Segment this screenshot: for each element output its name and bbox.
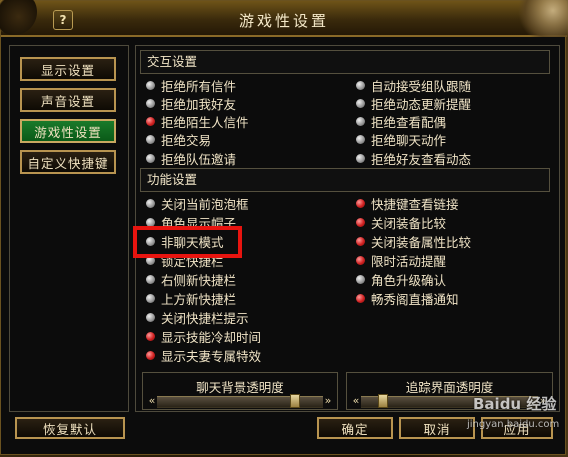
option-label: 拒绝队伍邀请 [161,151,237,167]
title-bar[interactable]: ? 游戏性设置 [0,0,568,37]
option-label: 关闭装备属性比较 [371,234,472,250]
window-title: 游戏性设置 [238,12,329,30]
nav-gameplay-settings[interactable]: 游戏性设置 [20,119,116,143]
restore-defaults-button[interactable]: 恢复默认 [15,417,125,439]
radio-unchecked-icon[interactable] [146,135,155,145]
radio-unchecked-icon[interactable] [356,274,365,284]
interaction-right-option[interactable]: 拒绝好友查看动态 [356,150,472,167]
radio-unchecked-icon[interactable] [146,98,155,108]
option-label: 关闭当前泡泡框 [161,196,249,212]
chat-bg-opacity-slider[interactable] [157,394,323,408]
slider-thumb[interactable] [378,394,388,408]
function-left-option[interactable]: 显示技能冷却时间 [146,329,261,345]
option-label: 快捷键查看链接 [371,196,459,212]
game-settings-window: ? 游戏性设置 显示设置 声音设置 游戏性设置 自定义快捷键 交互设置 拒绝所有… [0,0,568,455]
interaction-left-option[interactable]: 拒绝陌生人信件 [146,114,249,130]
radio-unchecked-icon[interactable] [356,80,365,90]
radio-unchecked-icon[interactable] [356,98,365,108]
nav-custom-hotkeys[interactable]: 自定义快捷键 [20,150,116,174]
radio-unchecked-icon[interactable] [146,198,155,208]
function-right-option[interactable]: 关闭装备比较 [356,214,447,231]
interaction-right-option[interactable]: 自动接受组队跟随 [356,77,472,94]
function-right-option[interactable]: 关闭装备属性比较 [356,233,472,250]
option-label: 畅秀阁直播通知 [371,292,459,307]
option-label: 关闭装备比较 [371,215,447,231]
option-label: 角色升级确认 [371,272,447,288]
function-section-header: 功能设置 [140,168,550,192]
option-label: 限时活动提醒 [371,253,447,269]
interaction-right-option[interactable]: 拒绝查看配偶 [356,114,446,130]
ok-button[interactable]: 确定 [317,417,393,439]
interaction-right-option[interactable]: 拒绝聊天动作 [356,132,446,148]
radio-unchecked-icon[interactable] [146,294,155,303]
option-label: 右侧新快捷栏 [161,272,237,288]
radio-checked-icon[interactable] [356,198,365,208]
nav-sound-settings[interactable]: 声音设置 [20,88,116,112]
option-label: 显示夫妻专属特效 [161,349,262,365]
option-label: 自动接受组队跟随 [371,78,472,94]
function-right-option[interactable]: 快捷键查看链接 [356,195,459,212]
option-label: 拒绝加我好友 [161,96,237,112]
function-left-option[interactable]: 上方新快捷栏 [146,291,236,307]
radio-checked-icon[interactable] [356,294,365,303]
chevron-right-icon[interactable]: » [321,392,335,408]
nav-display-settings[interactable]: 显示设置 [20,57,116,81]
radio-unchecked-icon[interactable] [146,274,155,284]
cancel-button[interactable]: 取消 [399,417,475,439]
option-label: 拒绝好友查看动态 [371,151,472,167]
radio-checked-icon[interactable] [146,351,155,361]
radio-unchecked-icon[interactable] [146,80,155,90]
function-left-option[interactable]: 右侧新快捷栏 [146,271,237,288]
radio-unchecked-icon[interactable] [356,117,365,127]
slider-thumb[interactable] [290,394,300,408]
watermark-text: Baidu 经验 [473,395,557,413]
radio-checked-icon[interactable] [356,217,365,227]
function-right-option[interactable]: 限时活动提醒 [356,252,447,269]
radio-checked-icon[interactable] [356,236,365,246]
function-left-option[interactable]: 关闭当前泡泡框 [146,195,249,212]
radio-unchecked-icon[interactable] [146,153,155,163]
watermark-url: jingyan.baidu.com [467,419,560,430]
radio-checked-icon[interactable] [146,117,155,127]
interaction-left-option[interactable]: 拒绝交易 [146,132,211,148]
interaction-left-option[interactable]: 拒绝队伍邀请 [146,150,237,167]
option-label: 显示技能冷却时间 [161,330,262,346]
option-label: 拒绝动态更新提醒 [371,96,472,112]
option-label: 拒绝陌生人信件 [161,115,249,131]
chat-bg-opacity-control: 聊天背景透明度 « » [142,372,338,410]
interaction-left-option[interactable]: 拒绝所有信件 [146,77,237,94]
option-label: 关闭快捷栏提示 [161,311,249,327]
radio-unchecked-icon[interactable] [356,135,365,145]
annotation-highlight-box [133,226,242,258]
character-portrait-icon [515,0,568,37]
watermark: Baidu 经验 jingyan.baidu.com [467,389,563,453]
settings-nav-panel: 显示设置 声音设置 游戏性设置 自定义快捷键 [9,45,129,412]
radio-unchecked-icon[interactable] [356,153,365,163]
interaction-section-header: 交互设置 [140,50,550,74]
option-label: 上方新快捷栏 [161,292,237,307]
interaction-left-option[interactable]: 拒绝加我好友 [146,95,237,112]
radio-unchecked-icon[interactable] [146,313,155,323]
chat-bg-opacity-label: 聊天背景透明度 [196,380,284,395]
function-right-option[interactable]: 畅秀阁直播通知 [356,291,459,307]
function-left-option[interactable]: 关闭快捷栏提示 [146,310,249,326]
option-label: 拒绝所有信件 [161,78,237,94]
function-right-option[interactable]: 角色升级确认 [356,271,447,288]
option-label: 拒绝查看配偶 [371,115,447,131]
function-left-option[interactable]: 显示夫妻专属特效 [146,348,261,364]
option-label: 拒绝交易 [161,133,212,149]
radio-checked-icon[interactable] [356,255,365,265]
interaction-right-option[interactable]: 拒绝动态更新提醒 [356,95,472,112]
option-label: 拒绝聊天动作 [371,133,447,149]
radio-checked-icon[interactable] [146,332,155,342]
